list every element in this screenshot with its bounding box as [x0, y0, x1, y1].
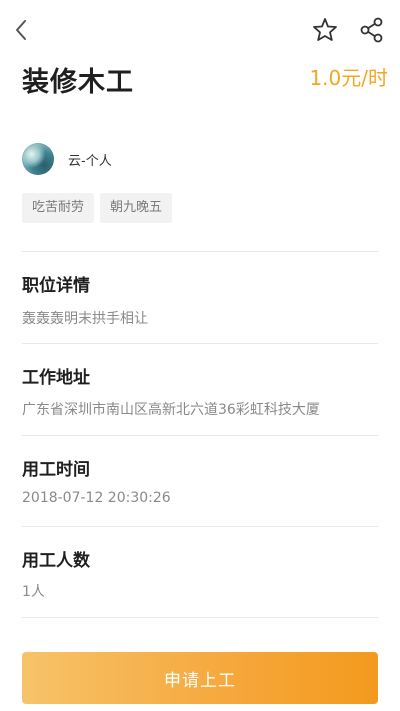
- time-value: 2018-07-12 20:30:26: [22, 490, 171, 506]
- divider: [22, 343, 378, 344]
- tag-nine-to-five: 朝九晚五: [100, 193, 173, 223]
- job-title: 装修木工: [22, 67, 134, 98]
- job-price: 1.0元/时: [309, 66, 388, 90]
- apply-button[interactable]: 申请上工: [22, 652, 378, 704]
- address-title: 工作地址: [22, 368, 90, 388]
- owner-name[interactable]: 云-个人: [68, 150, 112, 169]
- tag-hardworking: 吃苦耐劳: [22, 193, 95, 223]
- top-bar: [0, 0, 400, 60]
- divider: [22, 526, 378, 527]
- job-detail-page: 装修木工 1.0元/时 云-个人 吃苦耐劳 朝九晚五 职位详情 轰轰轰明末拱手相…: [0, 0, 400, 711]
- star-icon[interactable]: [311, 16, 339, 44]
- divider: [22, 251, 378, 252]
- share-icon[interactable]: [358, 16, 386, 44]
- back-icon[interactable]: [10, 15, 34, 45]
- address-value: 广东省深圳市南山区高新北六道36彩虹科技大厦: [22, 402, 320, 418]
- detail-title: 职位详情: [22, 276, 90, 296]
- divider: [22, 435, 378, 436]
- divider: [22, 617, 378, 618]
- count-value: 1人: [22, 584, 45, 600]
- tag-list: 吃苦耐劳 朝九晚五: [22, 193, 173, 223]
- time-title: 用工时间: [22, 460, 90, 480]
- count-title: 用工人数: [22, 551, 90, 571]
- detail-value: 轰轰轰明末拱手相让: [22, 311, 148, 327]
- avatar[interactable]: [22, 143, 54, 175]
